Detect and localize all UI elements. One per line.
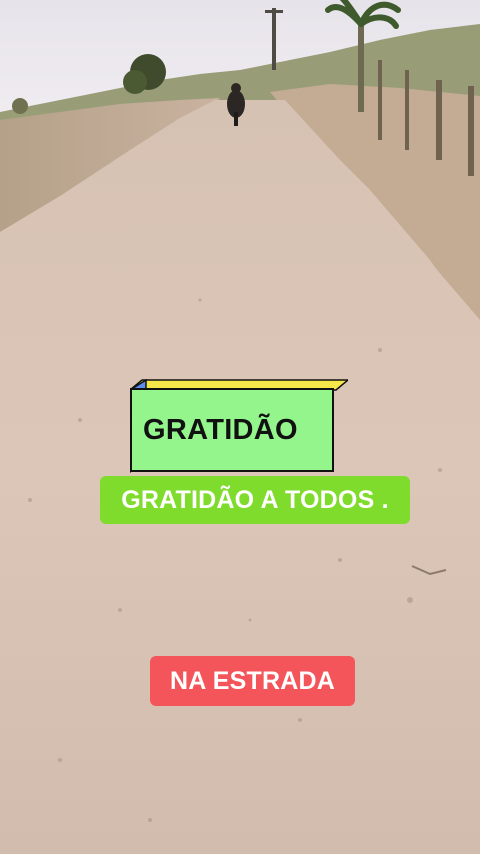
caption-na-estrada: NA ESTRADA <box>150 656 355 706</box>
caption-gratidao-a-todos: GRATIDÃO A TODOS . <box>100 476 410 524</box>
box-label: GRATIDÃO <box>143 413 298 446</box>
gratidao-3d-box: GRATIDÃO <box>130 379 350 474</box>
dirt-road-photo: GRATIDÃO GRATIDÃO A TODOS . NA ESTRADA <box>0 0 480 854</box>
box-front-face: GRATIDÃO <box>130 388 334 472</box>
